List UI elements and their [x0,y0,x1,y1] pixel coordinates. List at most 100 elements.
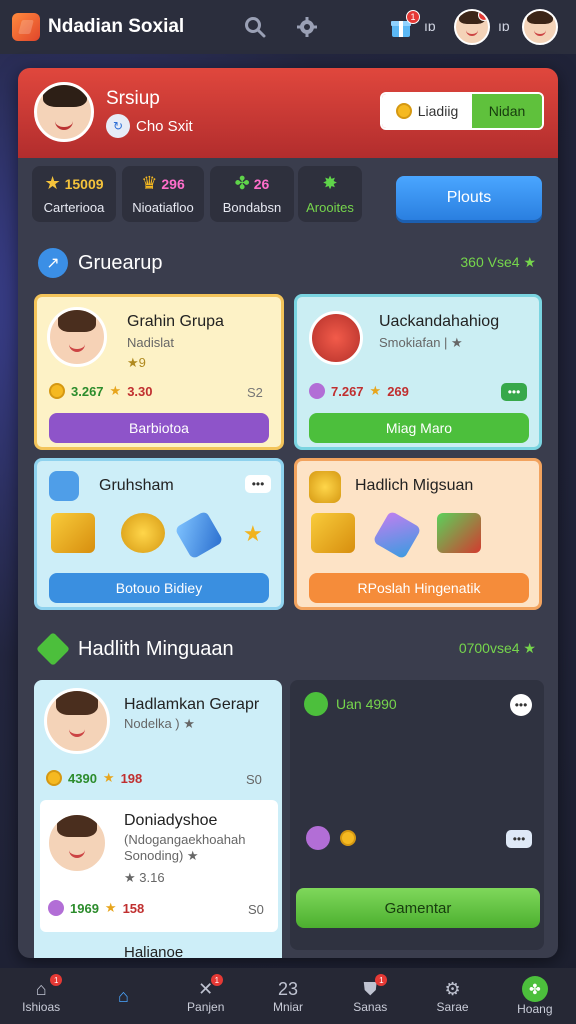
nav-label: Ishioas [22,1000,61,1014]
crown-icon: ♛ [141,173,158,193]
coin-icon [46,770,62,786]
nav-item-settings[interactable]: ⚙ Sarae [411,968,493,1024]
list-title: Hadlamkan Gerapr [124,696,260,713]
card-values: 3.267 ★ 3.30 [49,383,153,399]
card-subtitle: Smokiafan | ★ [379,335,463,350]
toggle-right-button[interactable]: Nidan [472,94,542,128]
home-icon: ⌂ [35,978,47,999]
view-toggle: Liadiig Nidan [380,92,544,130]
clover-icon [304,692,328,716]
value-2: 3.30 [127,383,153,399]
stat-item-2[interactable]: ♛ 296 Nioatiafloo [122,166,204,222]
ring-icon [306,826,330,850]
value-3: S0 [246,772,262,787]
star-icon: ★ [104,900,117,915]
clover-icon: ✤ [234,173,250,193]
reward-list: Hadlamkan Gerapr Nodelka ) ★ 4390 ★ 198 … [34,680,282,958]
puzzle-icon [49,471,79,501]
value-3: S2 [247,385,263,400]
more-button[interactable]: ••• [506,830,532,848]
stat-label: Carteriooa [43,200,105,215]
coin-icon [49,383,65,399]
card-button[interactable]: Miag Maro [309,413,529,443]
card-button[interactable]: Barbiotoa [49,413,269,443]
card-button[interactable]: Botouo Bidiey [49,573,269,603]
nav-item-clover[interactable]: ✤ Hoang [494,968,576,1024]
profile-avatar[interactable] [34,82,94,142]
star-icon: ★ [109,383,122,398]
profile-name: Srsiup [106,88,160,109]
app-title: Ndadian Soxial [48,16,185,37]
value-1: 7.267 [331,383,364,399]
app-logo[interactable] [12,13,40,41]
list-rating: ★ 3.16 [124,870,165,885]
more-button[interactable]: ••• [245,475,271,493]
stat-label: Bondabsn [222,200,282,215]
nav-item-home-active[interactable]: ⌂ [82,968,164,1024]
top-bar-text-2: ıɒ [498,18,510,34]
nav-badge: 1 [210,974,223,986]
card-title: Gruhsham [99,477,174,494]
section-link[interactable]: 360 Vse4 ★ [460,254,536,271]
stat-item-3[interactable]: ✤ 26 Bondabsn [210,166,294,222]
gear-icon[interactable] [292,12,322,42]
section-link[interactable]: 0700vse4 ★ [459,640,536,657]
coin-icon [395,103,412,119]
list-item[interactable]: Doniadyshoe (Ndogangaekhoahah Sonoding) … [40,800,278,932]
section-title: Hadlith Minguaan [78,637,234,660]
avatar-secondary[interactable] [522,9,558,45]
group-card-2[interactable]: Uackandahahiog Smokiafan | ★ 7.267 ★ 269… [294,294,542,450]
value-2: 269 [387,383,409,399]
stat-item-1[interactable]: ★ 15009 Carteriooa [32,166,116,222]
card-title: Grahin Grupa [127,313,224,330]
group-card-3[interactable]: Gruhsham ••• ★ Botouo Bidiey [34,458,284,610]
gift-icon[interactable]: 1 [386,10,420,42]
stat-label: Nioatiafloo [132,200,194,215]
nav-item-grid[interactable]: 23 Mniar [247,968,329,1024]
more-button[interactable]: ••• [501,383,527,401]
card-title: Hadlich Migsuan [355,477,474,494]
collect-button[interactable]: Gamentar [296,888,540,928]
more-button[interactable]: ••• [510,694,532,716]
avatar[interactable] [454,9,490,45]
ring-icon [48,900,64,916]
stat-item-4[interactable]: ✸ Arooites [298,166,362,222]
nav-label: Mniar [272,1000,303,1014]
feather-icon [174,510,224,560]
gear-icon: ⚙ [444,978,461,999]
top-bar-text-1: ıɒ [424,18,436,34]
profile-sub-label: Cho Sxit [136,117,193,135]
nav-item-shield[interactable]: ⛊ 1 Sanas [329,968,411,1024]
nav-badge: 1 [50,974,63,986]
grid-icon: 23 [277,978,298,999]
group-card-1[interactable]: Grahin Grupa Nadislat ★9 3.267 ★ 3.30 S2… [34,294,284,450]
group-card-4[interactable]: Hadlich Migsuan RPoslah Hingenatik [294,458,542,610]
gift-box-icon [437,513,481,553]
list-values: 4390 ★ 198 [46,770,142,786]
card-button[interactable]: RPoslah Hingenatik [309,573,529,603]
list-avatar [44,688,110,754]
rocket-icon [372,510,422,560]
nav-item-home[interactable]: ⌂ 1 Ishioas [0,968,82,1024]
nav-item-gift[interactable]: ✕ 1 Panjen [165,968,247,1024]
list-subtitle: (Ndogangaekhoahah [124,832,246,847]
list-values: 1969 ★ 158 [48,900,144,916]
search-icon[interactable] [240,12,270,42]
play-button[interactable]: Plouts [396,176,542,220]
coin-icon [309,471,341,503]
reward-side-panel: Uan 4990 ••• ••• Gamentar [290,680,544,950]
section-header-rewards: Hadlith Minguaan [36,632,234,666]
card-subtitle: Nadislat [127,335,174,350]
treasure-icon [309,311,363,365]
home-active-icon: ⌂ [117,985,129,1006]
reward-label-row: Uan 4990 [304,692,397,716]
main-panel: Srsiup ↻ Cho Sxit Liadiig Nidan ★ 15009 C… [18,68,558,958]
trophy-icon [51,513,95,553]
badge-icon: ✸ [322,173,338,193]
trophy-icon [311,513,355,553]
list-item[interactable]: Hadlamkan Gerapr Nodelka ) ★ 4390 ★ 198 … [34,680,282,794]
toggle-left-button[interactable]: Liadiig [382,94,472,128]
card-values: 7.267 ★ 269 [309,383,409,399]
nav-label: Sarae [436,1000,469,1014]
card-rating: ★9 [127,355,146,370]
